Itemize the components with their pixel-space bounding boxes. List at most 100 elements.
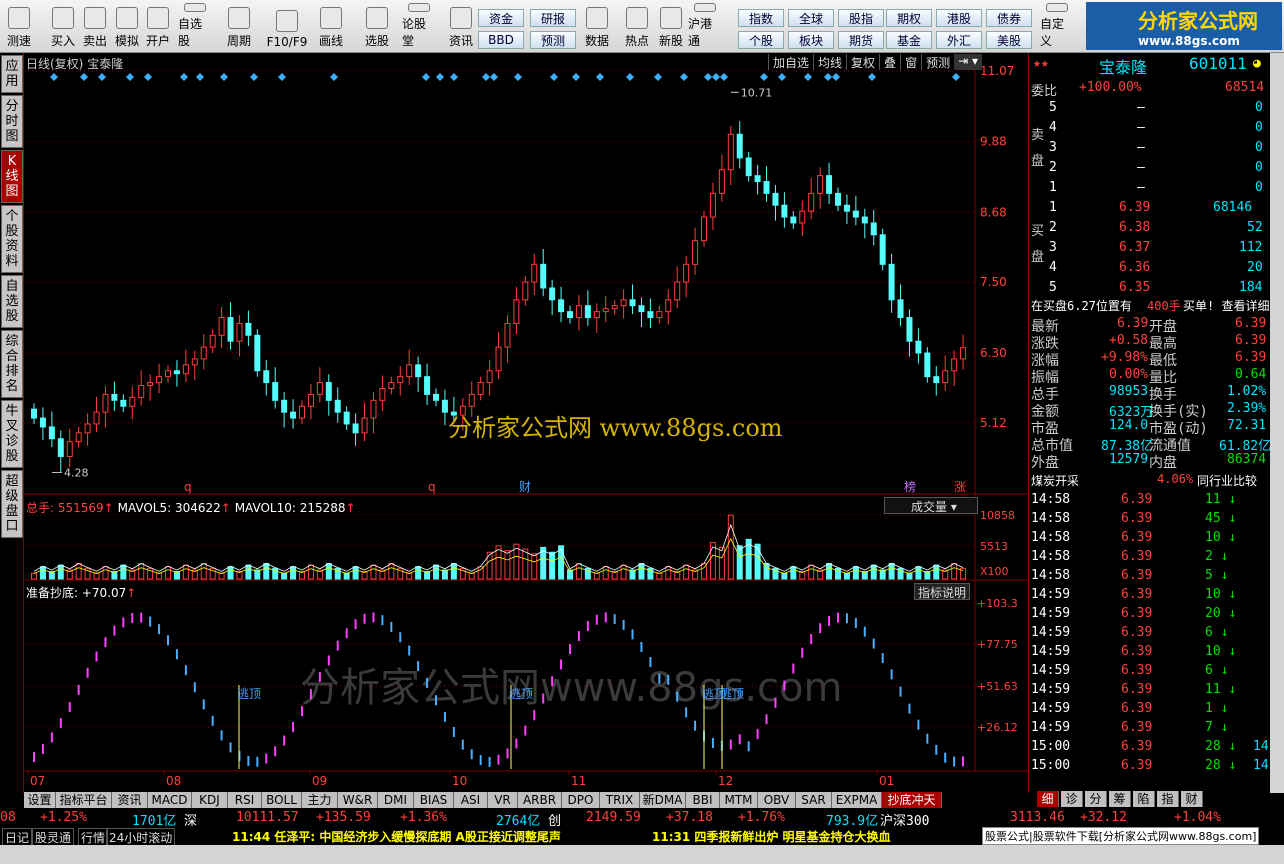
chart-btn-5[interactable]: 预测 [921, 54, 954, 70]
quick-button-7[interactable]: 期权 [886, 9, 932, 27]
toolbar-button-7[interactable]: F10/F9 [264, 3, 310, 51]
toolbar-button-11[interactable]: 资讯 [444, 3, 478, 51]
quick-button-4[interactable]: 指数 [738, 9, 784, 27]
event-marker[interactable]: 财 [519, 480, 531, 494]
toolbar-button-6[interactable]: 周期 [222, 3, 256, 51]
indicator-tab-18[interactable]: MTM [720, 792, 758, 808]
quote-tab-1[interactable]: 诊 [1061, 791, 1083, 807]
quote-tab-0[interactable]: 细 [1037, 791, 1059, 807]
indicator-help-button[interactable]: 指标说明 [914, 583, 970, 600]
quick-button-1[interactable]: 研报 [530, 9, 576, 27]
signal-diamond [330, 73, 338, 81]
left-tab-7[interactable]: 超级盘口 [1, 470, 23, 538]
quick-button-12[interactable]: 期货 [838, 31, 884, 49]
toolbar-button-13[interactable]: 热点 [620, 3, 654, 51]
toolbar-button-16[interactable]: 自定义 [1040, 3, 1074, 51]
event-marker[interactable]: q [184, 480, 192, 494]
indicator-tab-20[interactable]: SAR [796, 792, 832, 808]
indicator-tab-2[interactable]: 资讯 [112, 792, 148, 808]
quick-button-2[interactable]: BBD [478, 31, 524, 49]
tick-volume: 11 ↓ [1205, 682, 1237, 697]
quick-button-15[interactable]: 美股 [986, 31, 1032, 49]
indicator-tab-3[interactable]: MACD [148, 792, 192, 808]
indicator-tab-4[interactable]: KDJ [192, 792, 228, 808]
quote-tab-4[interactable]: 陷 [1133, 791, 1155, 807]
indicator-tab-15[interactable]: TRIX [600, 792, 640, 808]
quick-button-13[interactable]: 基金 [886, 31, 932, 49]
quick-button-5[interactable]: 全球 [788, 9, 834, 27]
sector-compare-button[interactable]: 同行业比较 [1197, 472, 1257, 489]
quote-tab-2[interactable]: 分 [1085, 791, 1107, 807]
indicator-tab-13[interactable]: ARBR [518, 792, 562, 808]
quick-button-10[interactable]: 个股 [738, 31, 784, 49]
kline-chart-area[interactable]: 11.07 9.88 8.68 7.50 6.30 5.12 10.71 4.28 q q 财榜涨分… [24, 53, 1028, 793]
left-tab-5[interactable]: 综合排名 [1, 330, 23, 398]
left-tab-6[interactable]: 牛叉诊股 [1, 400, 23, 468]
indicator-tab-21[interactable]: EXPMA [832, 792, 882, 808]
toolbar-button-5[interactable]: 自选股 [178, 3, 212, 51]
chart-btn-0[interactable]: 加自选 [768, 54, 813, 70]
left-tab-2[interactable]: K线图 [1, 150, 23, 203]
quick-button-0[interactable]: 资金 [478, 9, 524, 27]
news-item-1[interactable]: 11:44 任泽平: 中国经济步入缓慢探底期 A股正接近调整尾声 [232, 828, 561, 845]
toolbar-button-9[interactable]: 选股 [360, 3, 394, 51]
indicator-tab-10[interactable]: BIAS [414, 792, 454, 808]
left-tab-4[interactable]: 自选股 [1, 275, 23, 328]
event-marker[interactable]: q [428, 480, 436, 494]
left-tab-3[interactable]: 个股资料 [1, 205, 23, 273]
quote-tab-3[interactable]: 筹 [1109, 791, 1131, 807]
toolbar-button-0[interactable]: 测速 [2, 3, 36, 51]
news-item-2[interactable]: 11:31 四季报新鲜出炉 明星基金持仓大换血 [652, 828, 891, 845]
indicator-tab-5[interactable]: RSI [228, 792, 262, 808]
volume-selector[interactable]: 成交量 ▾ [884, 497, 978, 514]
chart-btn-4[interactable]: 窗 [900, 54, 921, 70]
left-tab-1[interactable]: 分时图 [1, 95, 23, 148]
quick-button-14[interactable]: 外汇 [936, 31, 982, 49]
indicator-tab-16[interactable]: 新DMA [640, 792, 686, 808]
info-detail-link[interactable]: 买单! 查看详细 [1183, 297, 1269, 314]
indicator-tab-17[interactable]: BBI [686, 792, 720, 808]
quick-button-6[interactable]: 股指 [838, 9, 884, 27]
stat-label: 内盘 [1149, 455, 1177, 471]
toolbar-button-2[interactable]: 卖出 [78, 3, 112, 51]
toolbar-button-12[interactable]: 数据 [580, 3, 614, 51]
tick-time: 14:58 [1031, 530, 1071, 545]
indicator-tab-11[interactable]: ASI [454, 792, 488, 808]
indicator-tab-9[interactable]: DMI [378, 792, 414, 808]
quote-tab-5[interactable]: 指 [1157, 791, 1179, 807]
quick-button-9[interactable]: 债券 [986, 9, 1032, 27]
indicator-tab-7[interactable]: 主力 [302, 792, 338, 808]
quick-button-8[interactable]: 港股 [936, 9, 982, 27]
left-tab-0[interactable]: 应用 [1, 55, 23, 93]
toolbar-button-4[interactable]: 开户 [141, 3, 175, 51]
quote-tab-6[interactable]: 财 [1181, 791, 1203, 807]
indicator-tab-14[interactable]: DPO [562, 792, 600, 808]
indicator-tab-0[interactable]: 设置 [24, 792, 56, 808]
quick-button-3[interactable]: 预测 [530, 31, 576, 49]
chart-btn-3[interactable]: 叠 [879, 54, 900, 70]
kline-svg[interactable]: 11.079.888.687.506.305.1210.714.28q q 财榜涨分… [24, 53, 1028, 793]
footer-ad[interactable]: 股票公式|股票软件下载[分析家公式网www.88gs.com] [982, 827, 1260, 845]
event-marker[interactable]: 涨 [954, 479, 966, 494]
quick-button-11[interactable]: 板块 [788, 31, 834, 49]
indicator-tab-8[interactable]: W&R [338, 792, 378, 808]
indicator-tab-19[interactable]: OBV [758, 792, 796, 808]
toolbar-button-3[interactable]: 模拟 [110, 3, 144, 51]
volume-bar [182, 564, 189, 580]
indicator-tab-22[interactable]: 抄底冲天 [882, 792, 942, 808]
chart-menu-icon[interactable]: ⇥ ▾ [954, 54, 982, 70]
toolbar-button-1[interactable]: 买入 [46, 3, 80, 51]
toolbar-button-14[interactable]: 新股 [654, 3, 688, 51]
indicator-tab-6[interactable]: BOLL [262, 792, 302, 808]
volume-ma5: MAVOL5: 304622 [117, 501, 221, 515]
indicator-tab-1[interactable]: 指标平台 [56, 792, 112, 808]
indicator-tab-12[interactable]: VR [488, 792, 518, 808]
toolbar-button-8[interactable]: 画线 [314, 3, 348, 51]
event-marker[interactable]: 榜 [904, 479, 916, 494]
toolbar-button-10[interactable]: 论股堂 [402, 3, 436, 51]
toolbar-button-15[interactable]: 沪港通 [688, 3, 722, 51]
chart-btn-2[interactable]: 复权 [846, 54, 879, 70]
vertical-scrollbar[interactable] [1270, 53, 1284, 793]
chart-btn-1[interactable]: 均线 [813, 54, 846, 70]
candle-body [200, 346, 207, 360]
